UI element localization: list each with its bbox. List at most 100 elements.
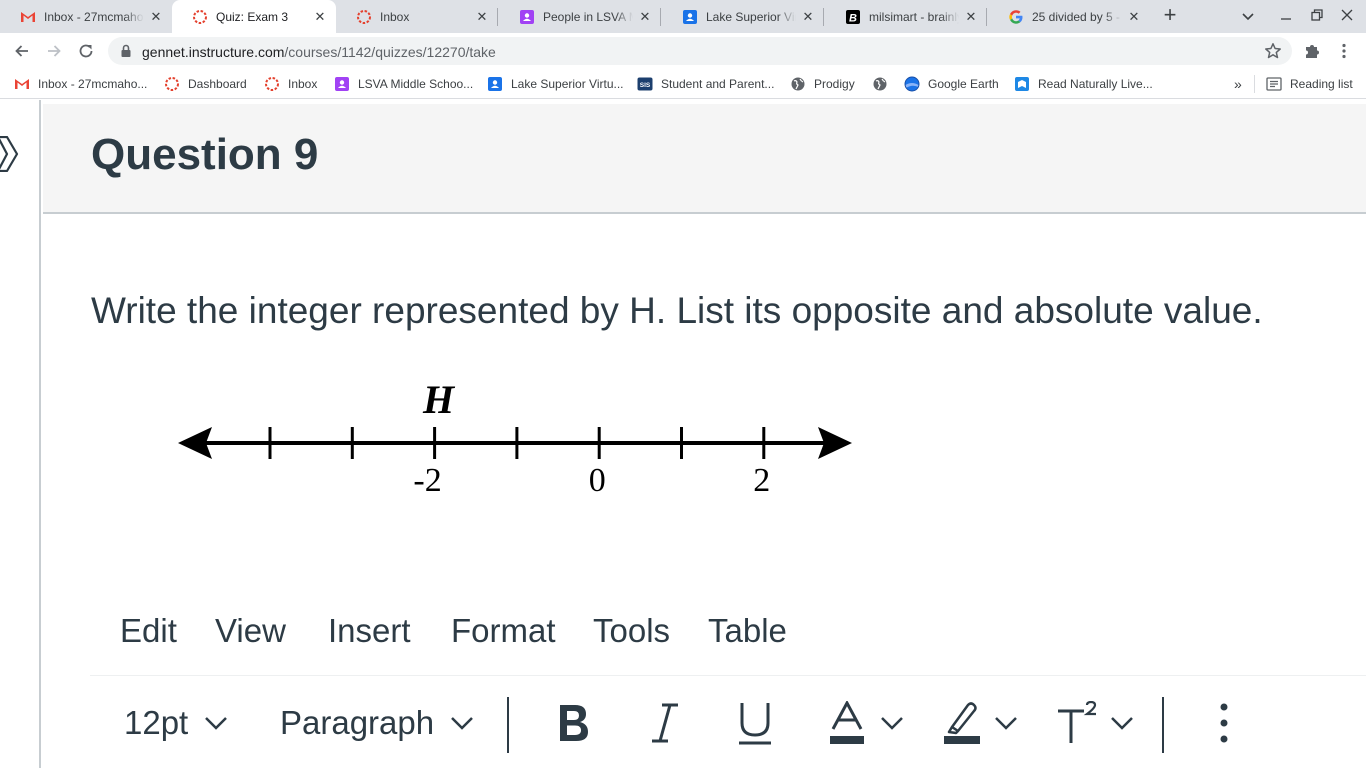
url-host: gennet.instructure.com xyxy=(142,44,285,60)
classroom-icon xyxy=(334,76,350,92)
bookmark-label: Read Naturally Live... xyxy=(1038,77,1153,91)
lock-icon[interactable] xyxy=(120,44,132,63)
close-icon[interactable]: ✕ xyxy=(800,9,816,25)
tab-title: 25 divided by 5 - Google xyxy=(1032,9,1122,24)
bookmarks-bar: Inbox - 27mcmaho... Dashboard Inbox LSVA… xyxy=(0,69,1366,99)
contacts-icon xyxy=(487,76,503,92)
forward-button[interactable] xyxy=(42,39,66,63)
chevron-down-icon[interactable] xyxy=(880,716,904,730)
canvas-icon xyxy=(192,9,208,25)
close-icon[interactable]: ✕ xyxy=(1126,9,1142,25)
bookmark-label: Inbox - 27mcmaho... xyxy=(38,77,148,91)
tab-title: Lake Superior Virtual xyxy=(706,9,796,24)
italic-button[interactable] xyxy=(650,677,680,768)
tab-title: Inbox xyxy=(380,9,410,24)
tab-people[interactable]: People in LSVA Middle ✕ xyxy=(499,0,661,33)
bookmark-student-parent[interactable]: SIS Student and Parent... xyxy=(637,75,774,93)
chevron-down-icon xyxy=(204,716,228,730)
chevron-down-icon[interactable] xyxy=(994,716,1018,730)
tab-search-chevron-icon[interactable] xyxy=(1238,6,1258,26)
bookmarks-overflow-button[interactable]: » xyxy=(1234,75,1242,93)
restore-button[interactable] xyxy=(1307,6,1327,26)
url-text: gennet.instructure.com/courses/1142/quiz… xyxy=(142,44,496,60)
menu-table[interactable]: Table xyxy=(708,612,787,650)
superscript-button[interactable] xyxy=(1056,677,1134,768)
menu-edit[interactable]: Edit xyxy=(120,612,177,650)
sis-badge-text: SIS xyxy=(640,82,651,89)
tab-inbox[interactable]: Inbox ✕ xyxy=(336,0,498,33)
menu-insert[interactable]: Insert xyxy=(328,612,411,650)
question-text: Write the integer represented by H. List… xyxy=(91,290,1263,331)
tab-title: People in LSVA Middle xyxy=(543,9,633,24)
tab-google-search[interactable]: 25 divided by 5 - Google ✕ xyxy=(988,0,1150,33)
bookmark-lsva-middle-school[interactable]: LSVA Middle Schoo... xyxy=(334,75,473,93)
canvas-icon xyxy=(264,76,280,92)
bookmark-lake-superior[interactable]: Lake Superior Virtu... xyxy=(487,75,624,93)
sis-icon: SIS xyxy=(637,76,653,92)
browser-menu-icon[interactable] xyxy=(1332,39,1356,63)
close-icon[interactable]: ✕ xyxy=(474,9,490,25)
number-line: -2 0 2 xyxy=(178,427,852,499)
highlight-marker-icon xyxy=(944,701,980,745)
bookmark-label: Lake Superior Virtu... xyxy=(511,77,624,91)
left-rail xyxy=(0,100,41,768)
globe-icon xyxy=(790,76,806,92)
contacts-icon xyxy=(682,9,698,25)
question-title: Question 9 xyxy=(91,130,319,179)
bookmark-star-icon[interactable] xyxy=(1264,42,1282,65)
bookmark-inbox[interactable]: Inbox xyxy=(264,75,317,93)
bookmark-gmail-inbox[interactable]: Inbox - 27mcmaho... xyxy=(14,75,147,93)
canvas-icon xyxy=(356,9,372,25)
highlight-color-button[interactable] xyxy=(944,677,1018,768)
earth-icon xyxy=(904,76,920,92)
number-line-figure: -2 0 2 H xyxy=(178,377,852,499)
more-vertical-icon xyxy=(1220,703,1228,743)
font-size-value: 12pt xyxy=(124,703,189,741)
superscript-icon xyxy=(1056,700,1100,745)
menu-tools[interactable]: Tools xyxy=(593,612,670,650)
block-format-select[interactable]: Paragraph xyxy=(280,677,474,768)
reload-button[interactable] xyxy=(74,39,98,63)
tab-brainly[interactable]: B milsimart - brainly ✕ xyxy=(825,0,987,33)
minimize-button[interactable] xyxy=(1276,6,1296,26)
text-color-button[interactable] xyxy=(830,677,904,768)
google-icon xyxy=(1008,9,1024,25)
chevron-right-icon[interactable] xyxy=(0,135,20,177)
close-icon[interactable]: ✕ xyxy=(312,9,328,25)
close-icon[interactable]: ✕ xyxy=(963,9,979,25)
chevron-down-icon[interactable] xyxy=(1110,716,1134,730)
more-options-button[interactable] xyxy=(1220,677,1228,768)
bookmark-read-naturally[interactable]: Read Naturally Live... xyxy=(1014,75,1153,93)
bookmark-dashboard[interactable]: Dashboard xyxy=(164,75,247,93)
tick-label: 0 xyxy=(589,462,606,499)
bookmarks-divider xyxy=(1254,75,1255,93)
address-bar[interactable]: gennet.instructure.com/courses/1142/quiz… xyxy=(108,37,1292,65)
close-window-button[interactable] xyxy=(1337,6,1357,26)
toolbar-separator xyxy=(1162,697,1164,753)
close-icon[interactable]: ✕ xyxy=(637,9,653,25)
menu-view[interactable]: View xyxy=(215,612,286,650)
underline-button[interactable] xyxy=(738,677,772,768)
close-icon[interactable]: ✕ xyxy=(148,9,164,25)
reading-list-button[interactable]: Reading list xyxy=(1266,75,1353,93)
bold-button[interactable] xyxy=(555,677,591,768)
tab-quiz[interactable]: Quiz: Exam 3 ✕ xyxy=(172,0,336,33)
svg-text:B: B xyxy=(849,12,857,24)
tab-gmail-inbox[interactable]: Inbox - 27mcmahon ✕ xyxy=(0,0,172,33)
extensions-icon[interactable] xyxy=(1300,39,1324,63)
bookmark-globe[interactable] xyxy=(872,75,896,93)
tab-separator xyxy=(823,8,824,26)
quiz-page: Question 9 Write the integer represented… xyxy=(0,100,1366,768)
classroom-icon xyxy=(519,9,535,25)
read-naturally-icon xyxy=(1014,76,1030,92)
tick-label: -2 xyxy=(413,462,441,499)
font-size-select[interactable]: 12pt xyxy=(124,677,228,768)
menu-format[interactable]: Format xyxy=(451,612,556,650)
new-tab-button[interactable]: + xyxy=(1158,4,1182,28)
question-header: Question 9 xyxy=(43,104,1366,214)
tab-lake-superior[interactable]: Lake Superior Virtual ✕ xyxy=(662,0,824,33)
bookmark-prodigy[interactable]: Prodigy xyxy=(790,75,855,93)
back-button[interactable] xyxy=(10,39,34,63)
tab-title: Quiz: Exam 3 xyxy=(216,9,289,24)
bookmark-google-earth[interactable]: Google Earth xyxy=(904,75,999,93)
